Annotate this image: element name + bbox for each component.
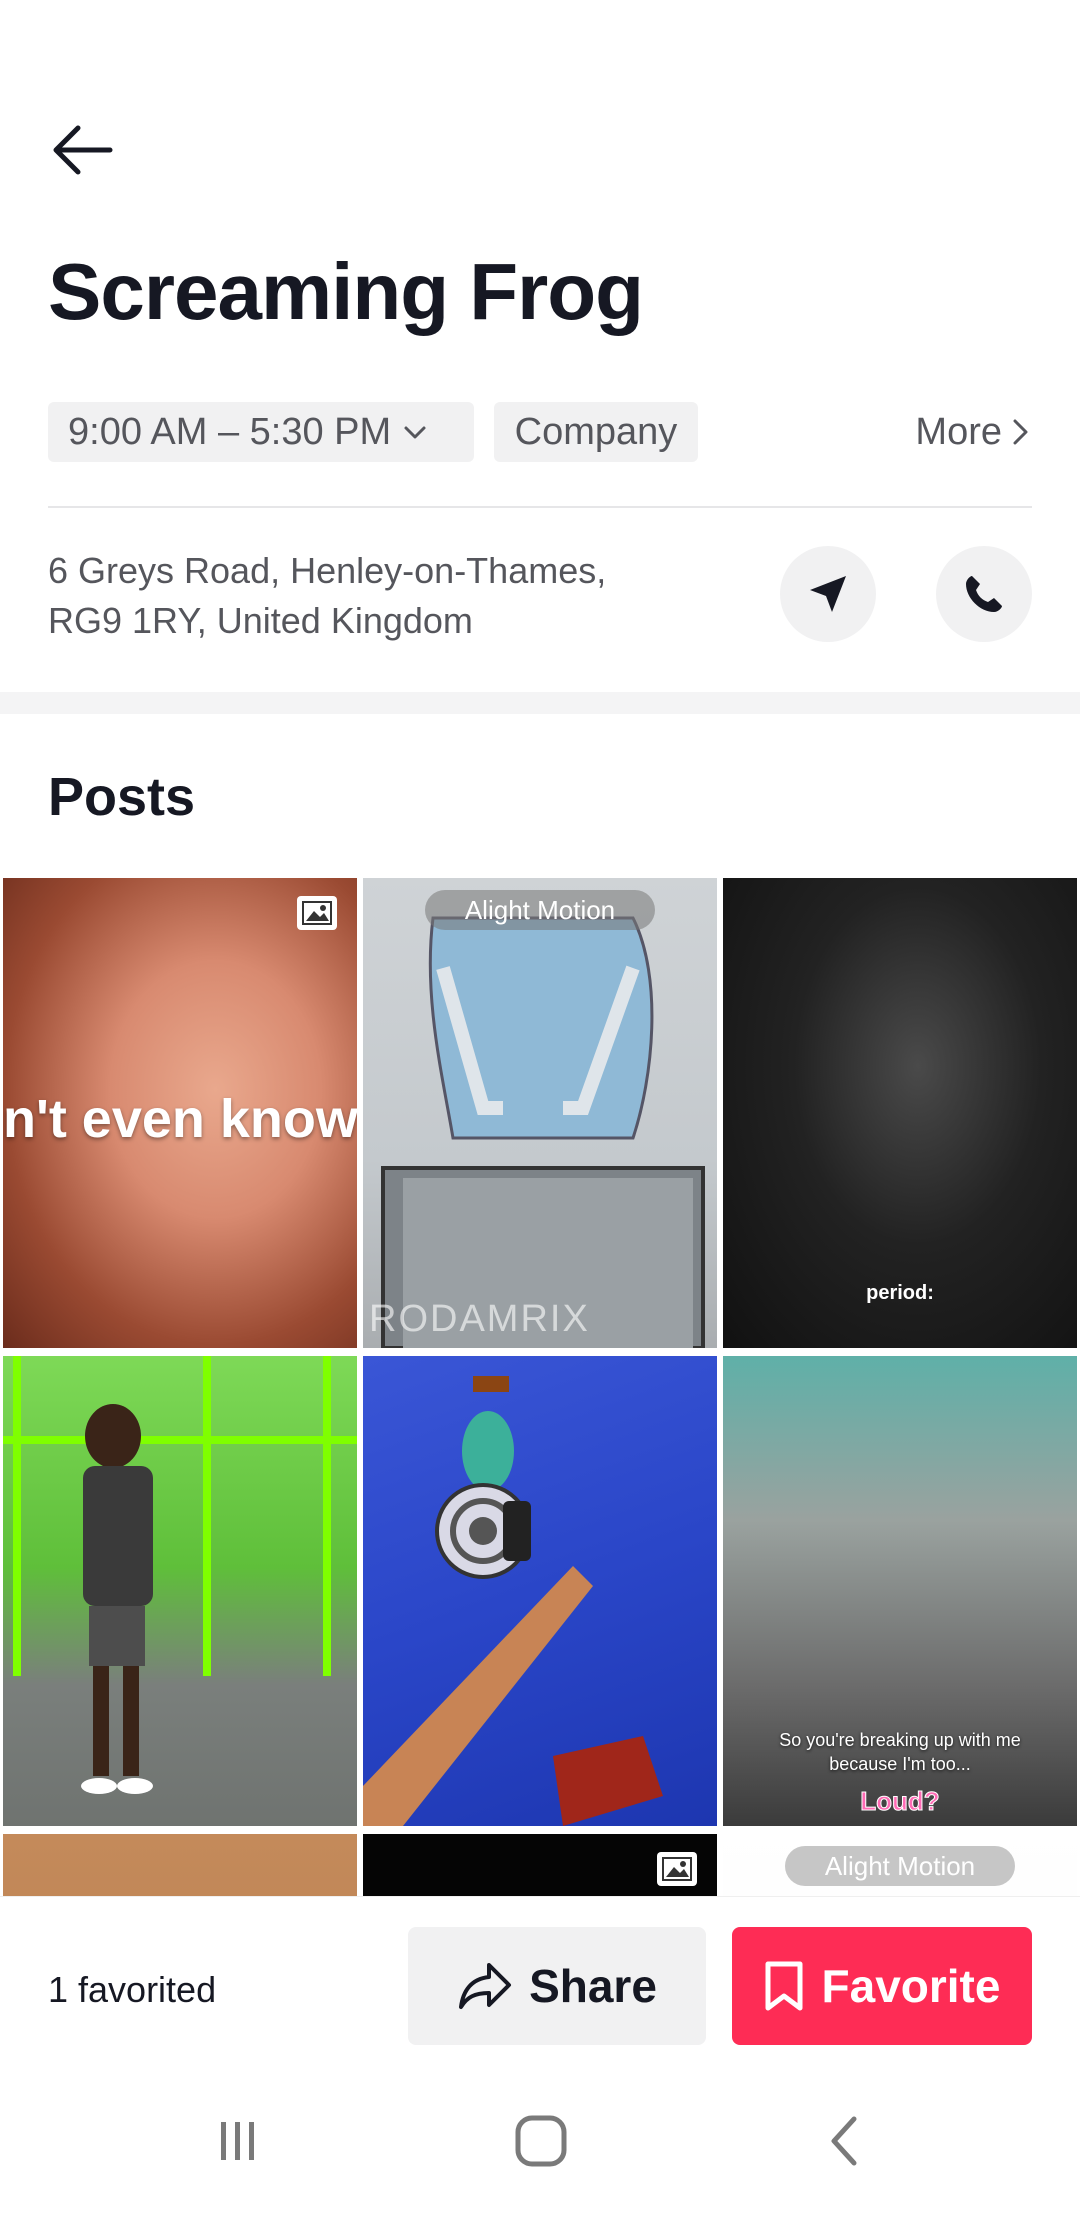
system-back-button[interactable] (784, 2106, 904, 2176)
hours-text: 9:00 AM – 5:30 PM (68, 410, 392, 453)
watermark-badge: Alight Motion (785, 1846, 1015, 1886)
action-bar: 1 favorited Share Favorite (0, 1896, 1080, 2066)
call-button[interactable] (936, 546, 1032, 642)
recent-apps-icon (221, 2122, 254, 2160)
watermark-badge: Alight Motion (425, 890, 655, 930)
post-thumbnail[interactable]: period: (723, 878, 1077, 1348)
post-thumbnail[interactable]: Alight Motion RODAMRIX (363, 878, 717, 1348)
hours-chip[interactable]: 9:00 AM – 5:30 PM (48, 402, 474, 462)
post-thumbnail[interactable]: Alight Motion (723, 1834, 1077, 1896)
bookmark-icon (765, 1961, 803, 2011)
recent-apps-button[interactable] (178, 2106, 298, 2176)
post-thumbnail[interactable] (3, 1356, 357, 1826)
directions-button[interactable] (780, 546, 876, 642)
more-link[interactable]: More (915, 402, 1032, 462)
post-thumbnail[interactable] (363, 1356, 717, 1826)
more-label: More (915, 410, 1002, 453)
info-chips: 9:00 AM – 5:30 PM Company More (48, 402, 1032, 462)
phone-icon (966, 576, 1002, 612)
post-thumbnail[interactable] (3, 1834, 357, 1896)
photo-icon (297, 896, 337, 930)
share-label: Share (529, 1960, 657, 2012)
divider (48, 506, 1032, 508)
navigation-arrow-icon (810, 576, 846, 612)
home-icon (515, 2115, 567, 2167)
post-caption-highlight: Loud? (860, 1786, 940, 1817)
arrow-left-icon (53, 125, 113, 175)
share-icon (459, 1963, 512, 2009)
watermark-text: RODAMRIX (369, 1298, 590, 1340)
post-caption: So you're breaking up with me because I'… (779, 1730, 1021, 1774)
post-thumbnail[interactable]: So you're breaking up with me because I'… (723, 1356, 1077, 1826)
chevron-right-icon (1013, 419, 1028, 445)
back-button[interactable] (44, 112, 120, 188)
cartoon-image (381, 916, 705, 1348)
gym-image (3, 1356, 357, 1794)
address-line-2: RG9 1RY, United Kingdom (48, 600, 473, 641)
post-thumbnail[interactable] (363, 1834, 717, 1896)
favorited-count: 1 favorited (48, 1969, 217, 2010)
place-page: Screaming Frog 9:00 AM – 5:30 PM Company… (0, 0, 1080, 2220)
favorite-button[interactable]: Favorite (732, 1927, 1032, 2045)
home-button[interactable] (481, 2106, 601, 2176)
chevron-down-icon (404, 426, 426, 439)
address: 6 Greys Road, Henley-on-Thames, RG9 1RY,… (48, 546, 708, 646)
address-line-1: 6 Greys Road, Henley-on-Thames, (48, 550, 607, 591)
post-thumbnail[interactable]: n't even know (3, 878, 357, 1348)
post-caption: n't even know (3, 1089, 357, 1149)
back-chevron-icon (831, 2116, 857, 2166)
posts-grid: n't even know Alight Motion RODAMRIX per… (0, 878, 1080, 1896)
posts-title: Posts (48, 767, 196, 827)
favorite-label: Favorite (821, 1960, 1001, 2012)
post-caption: period: (866, 1282, 934, 1304)
place-title: Screaming Frog (48, 247, 644, 336)
share-button[interactable]: Share (408, 1927, 706, 2045)
game-image (363, 1376, 663, 1826)
section-separator (0, 692, 1080, 714)
category-chip[interactable]: Company (494, 402, 698, 462)
photo-icon (657, 1852, 697, 1886)
system-navigation-bar (0, 2066, 1080, 2220)
